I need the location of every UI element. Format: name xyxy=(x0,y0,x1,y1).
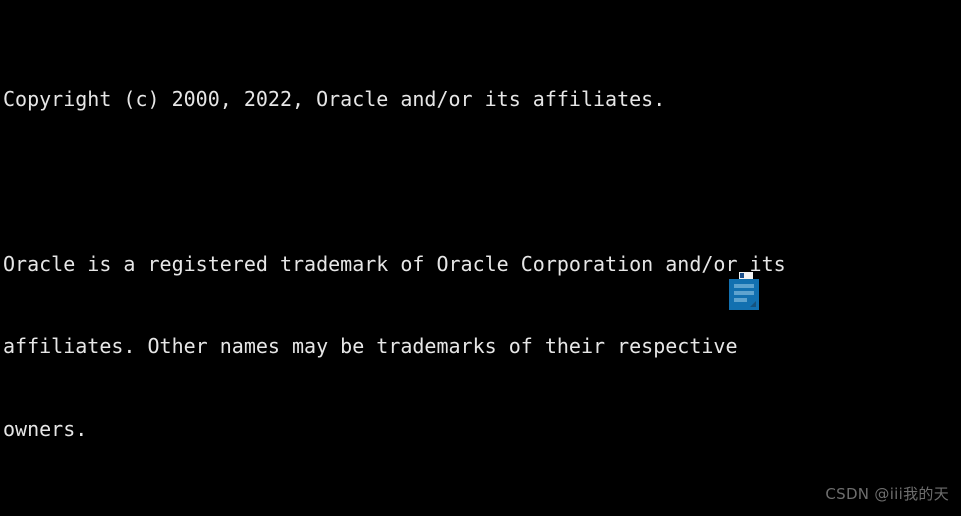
clipboard-tab xyxy=(739,272,753,279)
clipboard-line-2 xyxy=(734,291,754,295)
output-line-blank xyxy=(3,168,953,196)
output-line: Oracle is a registered trademark of Orac… xyxy=(3,251,786,276)
terminal-screen[interactable]: Copyright (c) 2000, 2022, Oracle and/or … xyxy=(3,3,953,516)
output-line: owners. xyxy=(3,416,88,441)
clipboard-corner-fold xyxy=(750,301,756,307)
clipboard-line-3 xyxy=(734,298,747,302)
clipboard-line-1 xyxy=(734,284,754,288)
clipboard-lines-icon[interactable] xyxy=(729,272,759,310)
output-line: Copyright (c) 2000, 2022, Oracle and/or … xyxy=(3,86,666,111)
terminal-window[interactable]: Copyright (c) 2000, 2022, Oracle and/or … xyxy=(0,0,961,516)
output-line: affiliates. Other names may be trademark… xyxy=(3,334,738,358)
watermark: CSDN @iii我的天 xyxy=(825,484,949,503)
output-line-blank xyxy=(3,498,953,516)
